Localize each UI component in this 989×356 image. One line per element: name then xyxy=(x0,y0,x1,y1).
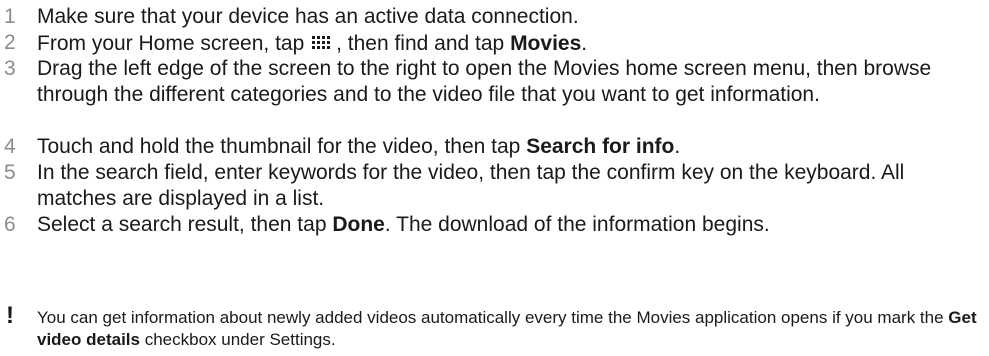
step-text: From your Home screen, tap , then find a… xyxy=(37,30,588,55)
step-text: Select a search result, then tap Done. T… xyxy=(37,213,770,236)
step-text: Drag the left edge of the screen to the … xyxy=(37,57,932,106)
apps-grid-icon xyxy=(311,30,335,49)
step-number: 5 xyxy=(4,161,16,184)
note-text: You can get information about newly adde… xyxy=(37,308,977,349)
step-number: 2 xyxy=(4,31,16,54)
bold-term: Search for info xyxy=(526,135,675,158)
step-number: 6 xyxy=(4,213,16,236)
step-number: 4 xyxy=(4,135,16,158)
step-text: Touch and hold the thumbnail for the vid… xyxy=(37,135,681,158)
bold-term: Done xyxy=(332,213,385,236)
step-number: 3 xyxy=(4,57,16,80)
step-text: Make sure that your device has an active… xyxy=(37,5,579,28)
exclamation-icon: ! xyxy=(6,302,14,329)
step-number: 1 xyxy=(4,5,16,28)
bold-term: Movies xyxy=(510,32,582,55)
step-text: In the search field, enter keywords for … xyxy=(37,161,905,210)
